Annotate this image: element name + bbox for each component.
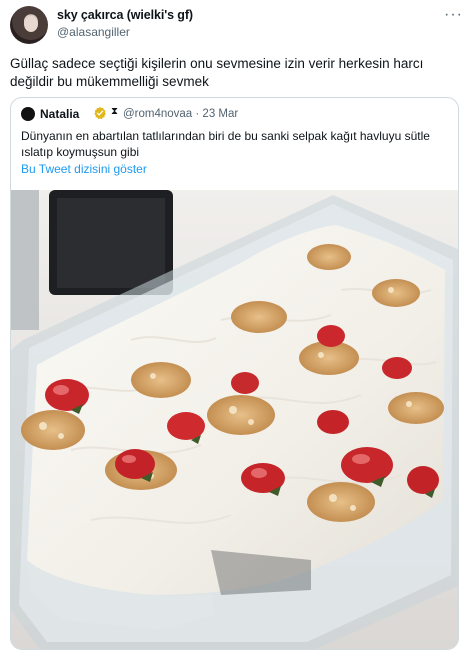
quote-avatar — [21, 107, 35, 121]
avatar[interactable] — [10, 6, 48, 44]
show-thread-link[interactable]: Bu Tweet dizisini göster — [21, 162, 147, 176]
gold-verified-icon — [94, 106, 106, 120]
guellac-dessert-image — [11, 190, 458, 649]
quote-handle-date: @rom4novaa · 23 Mar — [123, 108, 239, 120]
quoted-tweet-card[interactable]: Natalia ⧗ @rom4novaa · 23 Mar Dünyanın e… — [10, 97, 459, 650]
quote-author-name: Natalia — [40, 107, 80, 121]
author-name[interactable]: sky çakırca (wielki's gf) — [57, 8, 193, 22]
tweet: sky çakırca (wielki's gf) @alasangiller … — [0, 0, 470, 653]
author-handle[interactable]: @alasangiller — [57, 25, 130, 39]
hourglass-icon: ⧗ — [111, 106, 119, 117]
more-options-icon[interactable]: ··· — [444, 7, 463, 23]
dessert-photo[interactable] — [11, 190, 458, 649]
tweet-text: Güllaç sadece seçtiği kişilerin onu sevm… — [10, 56, 424, 89]
quote-text: Dünyanın en abartılan tatlılarından biri… — [21, 129, 430, 159]
